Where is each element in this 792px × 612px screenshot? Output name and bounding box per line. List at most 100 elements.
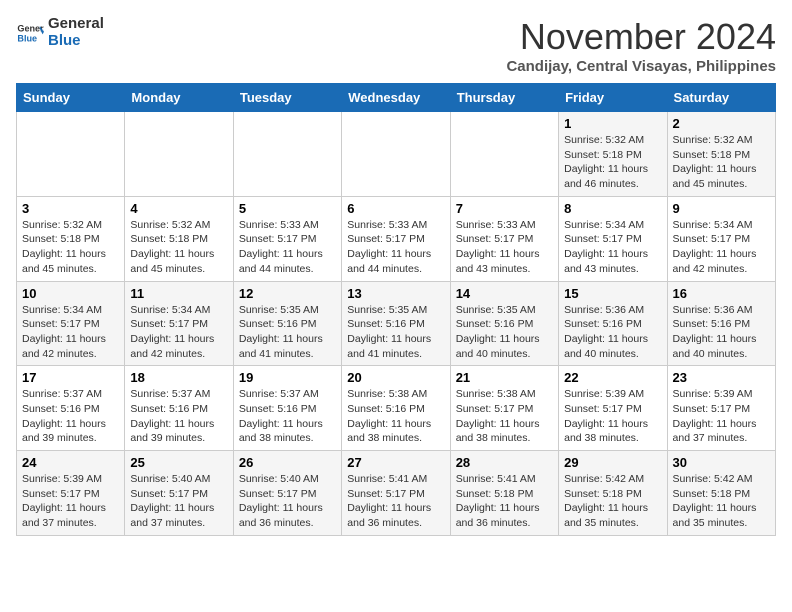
day-number: 30	[673, 455, 770, 470]
day-number: 20	[347, 370, 444, 385]
calendar-cell: 8 Sunrise: 5:34 AM Sunset: 5:17 PM Daylig…	[559, 196, 667, 281]
calendar-cell: 9 Sunrise: 5:34 AM Sunset: 5:17 PM Daylig…	[667, 196, 775, 281]
calendar-table: SundayMondayTuesdayWednesdayThursdayFrid…	[16, 83, 776, 536]
calendar-cell	[342, 112, 450, 197]
title-block: November 2024 Candijay, Central Visayas,…	[506, 16, 776, 75]
calendar-cell: 28 Sunrise: 5:41 AM Sunset: 5:18 PM Dayli…	[450, 451, 558, 536]
day-info: Sunrise: 5:42 AM Sunset: 5:18 PM Dayligh…	[564, 472, 661, 531]
logo: General Blue General Blue	[16, 16, 104, 49]
calendar-cell: 3Sunrise: 5:32 AM Sunset: 5:18 PM Daylig…	[17, 196, 125, 281]
calendar-cell: 13Sunrise: 5:35 AM Sunset: 5:16 PM Dayli…	[342, 281, 450, 366]
day-info: Sunrise: 5:34 AM Sunset: 5:17 PM Dayligh…	[130, 303, 227, 362]
calendar-cell: 30 Sunrise: 5:42 AM Sunset: 5:18 PM Dayli…	[667, 451, 775, 536]
calendar-cell: 19 Sunrise: 5:37 AM Sunset: 5:16 PM Dayli…	[233, 366, 341, 451]
calendar-cell: 2 Sunrise: 5:32 AM Sunset: 5:18 PM Daylig…	[667, 112, 775, 197]
day-info: Sunrise: 5:41 AM Sunset: 5:18 PM Dayligh…	[456, 472, 553, 531]
day-info: Sunrise: 5:40 AM Sunset: 5:17 PM Dayligh…	[130, 472, 227, 531]
day-number: 12	[239, 286, 336, 301]
calendar-header-row: SundayMondayTuesdayWednesdayThursdayFrid…	[17, 84, 776, 112]
calendar-week-row: 17 Sunrise: 5:37 AM Sunset: 5:16 PM Dayli…	[17, 366, 776, 451]
day-info: Sunrise: 5:36 AM Sunset: 5:16 PM Dayligh…	[673, 303, 770, 362]
weekday-header: Thursday	[450, 84, 558, 112]
logo-line2: Blue	[48, 33, 104, 50]
day-info: Sunrise: 5:34 AM Sunset: 5:17 PM Dayligh…	[22, 303, 119, 362]
calendar-week-row: 10Sunrise: 5:34 AM Sunset: 5:17 PM Dayli…	[17, 281, 776, 366]
day-number: 29	[564, 455, 661, 470]
calendar-cell: 14 Sunrise: 5:35 AM Sunset: 5:16 PM Dayli…	[450, 281, 558, 366]
day-number: 16	[673, 286, 770, 301]
calendar-cell: 27 Sunrise: 5:41 AM Sunset: 5:17 PM Dayli…	[342, 451, 450, 536]
day-number: 11	[130, 286, 227, 301]
logo-line1: General	[48, 16, 104, 33]
calendar-cell: 5Sunrise: 5:33 AM Sunset: 5:17 PM Daylig…	[233, 196, 341, 281]
day-info: Sunrise: 5:32 AM Sunset: 5:18 PM Dayligh…	[673, 133, 770, 192]
day-info: Sunrise: 5:34 AM Sunset: 5:17 PM Dayligh…	[673, 218, 770, 277]
day-info: Sunrise: 5:33 AM Sunset: 5:17 PM Dayligh…	[456, 218, 553, 277]
calendar-cell: 21Sunrise: 5:38 AM Sunset: 5:17 PM Dayli…	[450, 366, 558, 451]
weekday-header: Saturday	[667, 84, 775, 112]
calendar-cell: 15Sunrise: 5:36 AM Sunset: 5:16 PM Dayli…	[559, 281, 667, 366]
day-number: 18	[130, 370, 227, 385]
calendar-cell: 23Sunrise: 5:39 AM Sunset: 5:17 PM Dayli…	[667, 366, 775, 451]
calendar-cell: 7 Sunrise: 5:33 AM Sunset: 5:17 PM Daylig…	[450, 196, 558, 281]
day-number: 15	[564, 286, 661, 301]
calendar-cell: 17 Sunrise: 5:37 AM Sunset: 5:16 PM Dayli…	[17, 366, 125, 451]
day-info: Sunrise: 5:35 AM Sunset: 5:16 PM Dayligh…	[456, 303, 553, 362]
day-number: 2	[673, 116, 770, 131]
day-number: 26	[239, 455, 336, 470]
calendar-cell: 11 Sunrise: 5:34 AM Sunset: 5:17 PM Dayli…	[125, 281, 233, 366]
location: Candijay, Central Visayas, Philippines	[506, 58, 776, 75]
calendar-cell	[17, 112, 125, 197]
day-info: Sunrise: 5:40 AM Sunset: 5:17 PM Dayligh…	[239, 472, 336, 531]
weekday-header: Monday	[125, 84, 233, 112]
day-number: 9	[673, 201, 770, 216]
calendar-cell: 18Sunrise: 5:37 AM Sunset: 5:16 PM Dayli…	[125, 366, 233, 451]
day-info: Sunrise: 5:32 AM Sunset: 5:18 PM Dayligh…	[564, 133, 661, 192]
day-number: 27	[347, 455, 444, 470]
day-info: Sunrise: 5:37 AM Sunset: 5:16 PM Dayligh…	[22, 387, 119, 446]
day-number: 28	[456, 455, 553, 470]
calendar-cell: 25Sunrise: 5:40 AM Sunset: 5:17 PM Dayli…	[125, 451, 233, 536]
svg-text:Blue: Blue	[17, 33, 37, 43]
day-info: Sunrise: 5:38 AM Sunset: 5:16 PM Dayligh…	[347, 387, 444, 446]
calendar-cell: 22 Sunrise: 5:39 AM Sunset: 5:17 PM Dayli…	[559, 366, 667, 451]
day-number: 17	[22, 370, 119, 385]
day-number: 21	[456, 370, 553, 385]
calendar-cell	[233, 112, 341, 197]
day-info: Sunrise: 5:35 AM Sunset: 5:16 PM Dayligh…	[347, 303, 444, 362]
day-info: Sunrise: 5:42 AM Sunset: 5:18 PM Dayligh…	[673, 472, 770, 531]
weekday-header: Tuesday	[233, 84, 341, 112]
day-info: Sunrise: 5:41 AM Sunset: 5:17 PM Dayligh…	[347, 472, 444, 531]
day-number: 8	[564, 201, 661, 216]
calendar-cell: 10Sunrise: 5:34 AM Sunset: 5:17 PM Dayli…	[17, 281, 125, 366]
calendar-cell: 29 Sunrise: 5:42 AM Sunset: 5:18 PM Dayli…	[559, 451, 667, 536]
day-info: Sunrise: 5:33 AM Sunset: 5:17 PM Dayligh…	[239, 218, 336, 277]
weekday-header: Sunday	[17, 84, 125, 112]
day-number: 19	[239, 370, 336, 385]
logo-icon: General Blue	[16, 19, 44, 47]
weekday-header: Friday	[559, 84, 667, 112]
day-info: Sunrise: 5:32 AM Sunset: 5:18 PM Dayligh…	[130, 218, 227, 277]
weekday-header: Wednesday	[342, 84, 450, 112]
day-info: Sunrise: 5:35 AM Sunset: 5:16 PM Dayligh…	[239, 303, 336, 362]
logo-wordmark: General Blue	[48, 16, 104, 49]
day-info: Sunrise: 5:39 AM Sunset: 5:17 PM Dayligh…	[22, 472, 119, 531]
day-info: Sunrise: 5:34 AM Sunset: 5:17 PM Dayligh…	[564, 218, 661, 277]
calendar-week-row: 3Sunrise: 5:32 AM Sunset: 5:18 PM Daylig…	[17, 196, 776, 281]
calendar-week-row: 1Sunrise: 5:32 AM Sunset: 5:18 PM Daylig…	[17, 112, 776, 197]
day-info: Sunrise: 5:32 AM Sunset: 5:18 PM Dayligh…	[22, 218, 119, 277]
calendar-week-row: 24 Sunrise: 5:39 AM Sunset: 5:17 PM Dayli…	[17, 451, 776, 536]
day-number: 7	[456, 201, 553, 216]
day-number: 22	[564, 370, 661, 385]
calendar-cell: 12 Sunrise: 5:35 AM Sunset: 5:16 PM Dayli…	[233, 281, 341, 366]
day-number: 24	[22, 455, 119, 470]
day-info: Sunrise: 5:33 AM Sunset: 5:17 PM Dayligh…	[347, 218, 444, 277]
day-number: 14	[456, 286, 553, 301]
calendar-cell: 24 Sunrise: 5:39 AM Sunset: 5:17 PM Dayli…	[17, 451, 125, 536]
calendar-cell: 6Sunrise: 5:33 AM Sunset: 5:17 PM Daylig…	[342, 196, 450, 281]
calendar-cell: 1Sunrise: 5:32 AM Sunset: 5:18 PM Daylig…	[559, 112, 667, 197]
day-info: Sunrise: 5:39 AM Sunset: 5:17 PM Dayligh…	[564, 387, 661, 446]
day-info: Sunrise: 5:39 AM Sunset: 5:17 PM Dayligh…	[673, 387, 770, 446]
day-info: Sunrise: 5:37 AM Sunset: 5:16 PM Dayligh…	[239, 387, 336, 446]
calendar-cell: 26 Sunrise: 5:40 AM Sunset: 5:17 PM Dayli…	[233, 451, 341, 536]
